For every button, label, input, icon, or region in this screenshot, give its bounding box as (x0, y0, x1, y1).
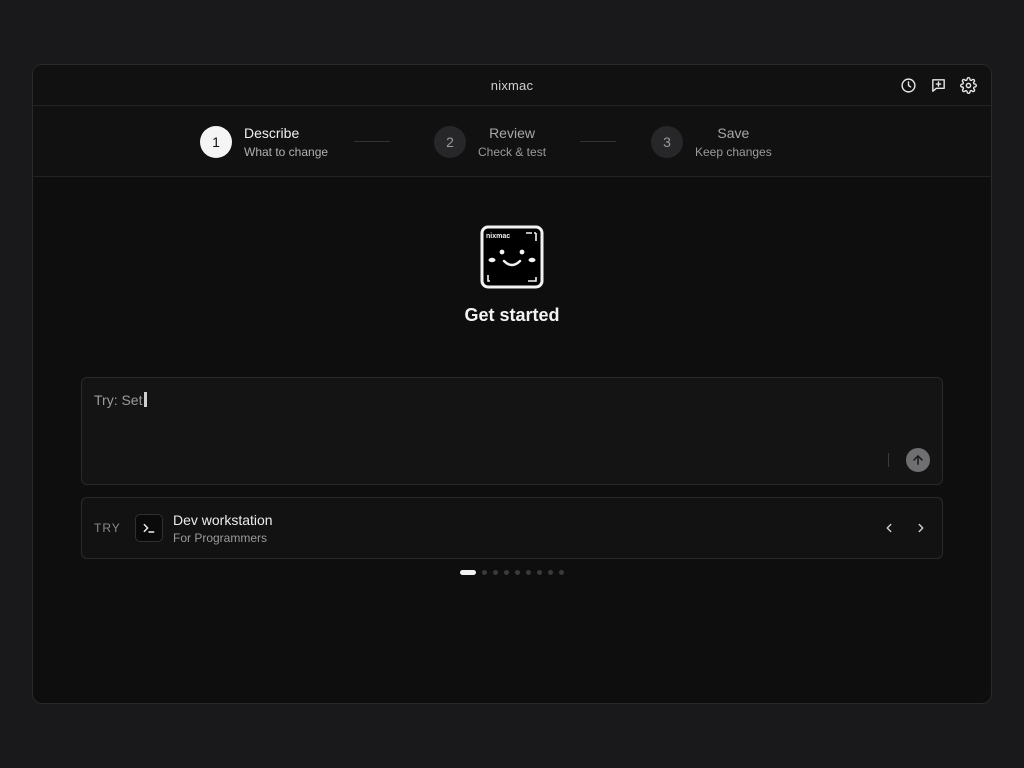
arrow-up-icon (913, 455, 923, 465)
divider (888, 453, 889, 467)
carousel-dot[interactable] (460, 570, 476, 575)
step-connector (354, 141, 390, 142)
step-connector (580, 141, 616, 142)
step-subtitle: Check & test (478, 145, 547, 159)
chevron-left-icon (886, 523, 892, 533)
carousel-dot[interactable] (548, 570, 553, 575)
feedback-button[interactable] (929, 76, 947, 94)
titlebar-actions (899, 65, 977, 105)
nixmac-logo: nixmac (480, 225, 544, 289)
terminal-icon (143, 523, 155, 533)
step-number: 1 (200, 126, 232, 158)
carousel-dots (33, 570, 991, 575)
carousel-dot[interactable] (526, 570, 531, 575)
page-title: Get started (464, 305, 560, 325)
history-button[interactable] (899, 76, 917, 94)
step-title: Save (717, 125, 750, 141)
window-title: nixmac (490, 77, 534, 93)
gear-icon (959, 76, 977, 94)
step-review[interactable]: 2 Review Check & test (434, 125, 546, 159)
history-icon (900, 77, 916, 93)
send-button[interactable] (906, 448, 930, 472)
feedback-icon (931, 78, 945, 92)
app-window: nixmac 1 Describe What to change 2 Revie… (32, 64, 992, 704)
step-number: 2 (434, 126, 466, 158)
step-subtitle: Keep changes (695, 145, 772, 159)
prompt-text: Try: Set (94, 392, 143, 408)
chevron-right-icon (918, 523, 924, 533)
settings-button[interactable] (959, 76, 977, 94)
suggestion-subtitle: For Programmers (173, 531, 268, 545)
step-subtitle: What to change (244, 145, 329, 159)
carousel-dot[interactable] (559, 570, 564, 575)
next-suggestion-button[interactable] (912, 519, 930, 537)
title-bar: nixmac (33, 65, 991, 106)
carousel-dot[interactable] (515, 570, 520, 575)
text-cursor (143, 392, 147, 407)
previous-suggestion-button[interactable] (880, 519, 898, 537)
stepper: 1 Describe What to change 2 Review Check… (33, 106, 991, 177)
carousel-dot[interactable] (504, 570, 509, 575)
carousel-dot[interactable] (482, 570, 487, 575)
prompt-input[interactable]: Try: Set (81, 377, 943, 485)
suggestion-card[interactable]: TRY Dev workstation For Programmers (81, 497, 943, 559)
suggestion-title: Dev workstation (173, 512, 273, 528)
suggestion-icon-tile (135, 514, 163, 542)
step-save[interactable]: 3 Save Keep changes (651, 125, 772, 159)
step-title: Describe (244, 125, 300, 141)
carousel-dot[interactable] (493, 570, 498, 575)
step-title: Review (489, 125, 535, 141)
carousel-dot[interactable] (537, 570, 542, 575)
try-label: TRY (94, 521, 121, 535)
step-describe[interactable]: 1 Describe What to change (200, 125, 328, 159)
step-number: 3 (651, 126, 683, 158)
logo-text: nixmac (486, 233, 510, 240)
